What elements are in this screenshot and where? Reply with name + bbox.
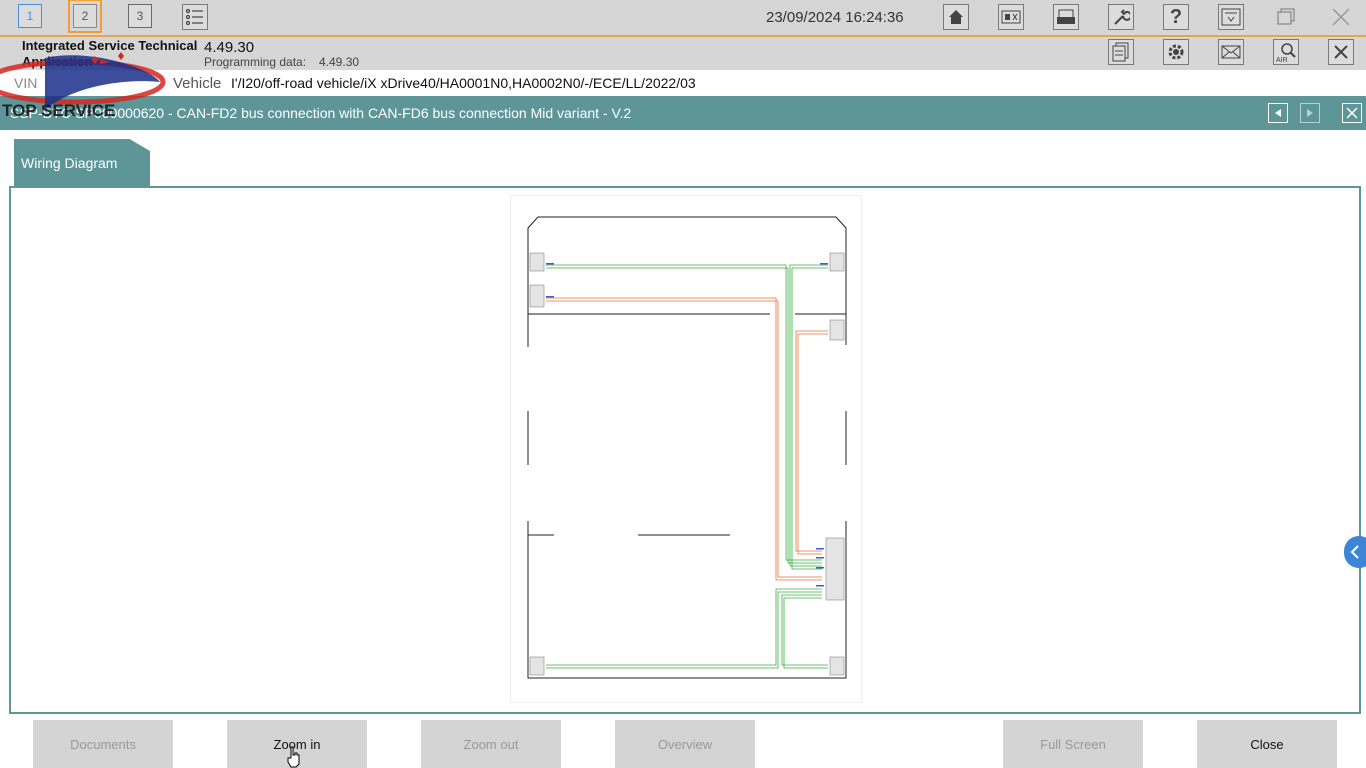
wiring-diagram[interactable]: [510, 195, 862, 703]
home-icon[interactable]: [943, 4, 969, 30]
restore-window-icon[interactable]: [1273, 4, 1299, 30]
mail-icon[interactable]: [1218, 39, 1244, 65]
datetime: 23/09/2024 16:24:36: [766, 9, 904, 26]
svg-text:AIR: AIR: [1276, 57, 1288, 63]
svg-text:TOP SERVICE: TOP SERVICE: [2, 101, 115, 120]
list-icon[interactable]: [182, 4, 208, 30]
programming-data-label: Programming data:: [204, 55, 307, 69]
hand-cursor-icon: [287, 746, 300, 768]
tab-wiring-diagram-label: Wiring Diagram: [21, 155, 118, 171]
next-icon[interactable]: [1300, 103, 1320, 123]
documents-button[interactable]: Documents: [33, 720, 173, 768]
vehicle-value: I'/I20/off-road vehicle/iX xDrive40/HA00…: [231, 75, 696, 91]
overview-button[interactable]: Overview: [615, 720, 755, 768]
previous-icon[interactable]: [1268, 103, 1288, 123]
session-tab-1[interactable]: 1: [18, 4, 42, 28]
help-icon[interactable]: ?: [1163, 4, 1189, 30]
document-list-icon[interactable]: [1108, 39, 1134, 65]
close-button[interactable]: Close: [1197, 720, 1337, 768]
close-document-icon[interactable]: [1342, 103, 1362, 123]
settings-gear-icon[interactable]: [1163, 39, 1189, 65]
session-tab-2[interactable]: 2: [68, 0, 102, 33]
programming-data-value: 4.49.30: [319, 55, 360, 69]
session-tab-3[interactable]: 3: [128, 4, 152, 28]
print-icon[interactable]: [1053, 4, 1079, 30]
vehicle-id-icon[interactable]: [998, 4, 1024, 30]
air-search-icon[interactable]: AIR: [1273, 39, 1299, 65]
zoom-out-button[interactable]: Zoom out: [421, 720, 561, 768]
app-version: 4.49.30: [204, 39, 255, 56]
vehicle-label: Vehicle: [173, 75, 222, 92]
close-app-icon[interactable]: [1328, 4, 1354, 30]
side-panel-expander[interactable]: [1344, 536, 1366, 568]
top-service-logo: TOP SERVICE: [0, 52, 166, 120]
close-session-icon[interactable]: [1328, 39, 1354, 65]
wrench-icon[interactable]: [1108, 4, 1134, 30]
full-screen-button[interactable]: Full Screen: [1003, 720, 1143, 768]
download-menu-icon[interactable]: [1218, 4, 1244, 30]
